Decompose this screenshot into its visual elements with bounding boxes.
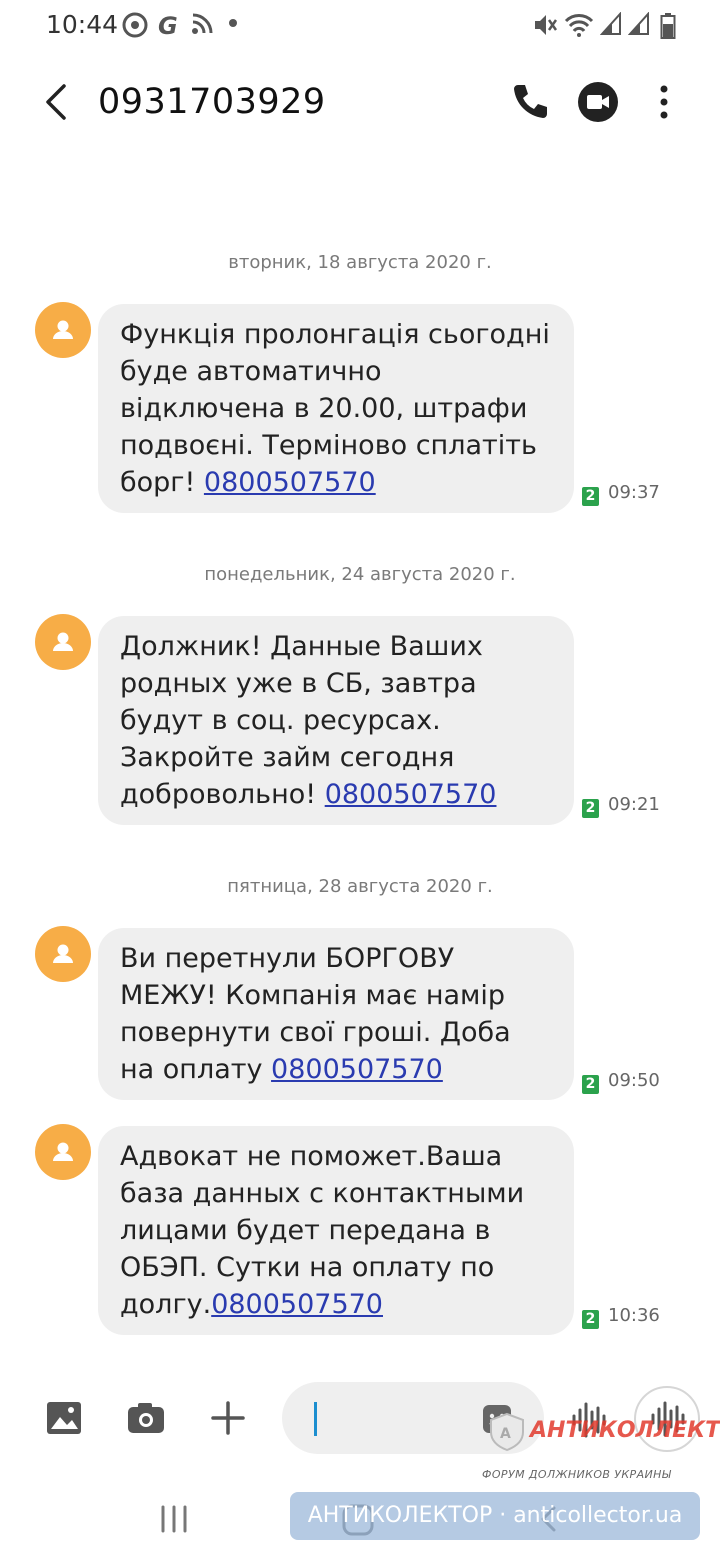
- recent-apps-icon[interactable]: [158, 1504, 190, 1534]
- contact-number: 0931703929: [98, 82, 326, 122]
- sim-badge: 2: [582, 1310, 599, 1329]
- watermark-subtitle: ФОРУМ ДОЛЖНИКОВ УКРАИНЫ: [482, 1468, 672, 1481]
- phone-link[interactable]: 0800507570: [271, 1054, 443, 1085]
- mute-icon: [535, 15, 558, 35]
- message-time: 09:37: [608, 482, 660, 503]
- add-icon[interactable]: [208, 1398, 248, 1438]
- avatar[interactable]: [35, 614, 91, 670]
- message-bubble[interactable]: Ви перетнули БОРГОВУ МЕЖУ! Компанія має …: [98, 928, 574, 1100]
- date-separator: пятница, 28 августа 2020 г.: [227, 876, 493, 897]
- sim-badge: 2: [582, 799, 599, 818]
- svg-text:G: G: [158, 12, 178, 38]
- message-time: 10:36: [608, 1305, 660, 1326]
- avatar[interactable]: [35, 302, 91, 358]
- sim-badge: 2: [582, 487, 599, 506]
- back-arrow-icon[interactable]: [36, 80, 80, 124]
- conversation-header: 0931703929: [0, 60, 720, 150]
- rss-icon: [192, 13, 213, 34]
- date-separator: понедельник, 24 августа 2020 г.: [204, 564, 516, 585]
- watermark-logo-text: АНТИКОЛЛЕКТО: [530, 1418, 720, 1443]
- gallery-icon[interactable]: [44, 1398, 84, 1438]
- person-icon: [53, 632, 73, 651]
- person-icon: [53, 1142, 73, 1161]
- signal-icon: [600, 12, 621, 35]
- message-time: 09:50: [608, 1070, 660, 1091]
- message-meta: 2 09:50: [582, 1070, 660, 1094]
- g-icon: G: [158, 12, 178, 38]
- watermark-logo: АНТИКОЛЛЕКТОР: [530, 1418, 720, 1443]
- phone-link[interactable]: 0800507570: [204, 467, 376, 498]
- person-icon: [53, 320, 73, 339]
- sim-badge: 2: [582, 1075, 599, 1094]
- dot-icon: [229, 19, 237, 27]
- message-time: 09:21: [608, 794, 660, 815]
- shield-logo-icon: A: [490, 1412, 524, 1452]
- signal-icon: [628, 12, 649, 35]
- battery-icon: [660, 13, 676, 39]
- message-bubble[interactable]: Функція пролонгація сьогодні буде автома…: [98, 304, 574, 513]
- person-icon: [53, 944, 73, 963]
- phone-link[interactable]: 0800507570: [325, 779, 497, 810]
- phone-icon[interactable]: [508, 80, 552, 124]
- avatar[interactable]: [35, 1124, 91, 1180]
- text-caret: [314, 1402, 317, 1436]
- camera-icon[interactable]: [126, 1398, 166, 1438]
- date-separator: вторник, 18 августа 2020 г.: [228, 252, 492, 273]
- chrome-icon: [122, 12, 148, 38]
- message-bubble[interactable]: Должник! Данные Ваших родных уже в СБ, з…: [98, 616, 574, 825]
- message-meta: 2 10:36: [582, 1305, 660, 1329]
- more-icon[interactable]: [642, 80, 686, 124]
- watermark-banner: АНТИКОЛЕКТОР · anticollector.ua: [290, 1492, 700, 1540]
- wifi-icon: [564, 14, 594, 37]
- message-meta: 2 09:37: [582, 482, 660, 506]
- message-meta: 2 09:21: [582, 794, 660, 818]
- message-bubble[interactable]: Адвокат не поможет.Ваша база данных с ко…: [98, 1126, 574, 1335]
- avatar[interactable]: [35, 926, 91, 982]
- status-bar: 10:44 G: [0, 0, 720, 52]
- status-time: 10:44: [46, 10, 119, 39]
- svg-text:A: A: [500, 1426, 511, 1442]
- phone-link[interactable]: 0800507570: [211, 1289, 383, 1320]
- video-call-icon[interactable]: [576, 80, 620, 124]
